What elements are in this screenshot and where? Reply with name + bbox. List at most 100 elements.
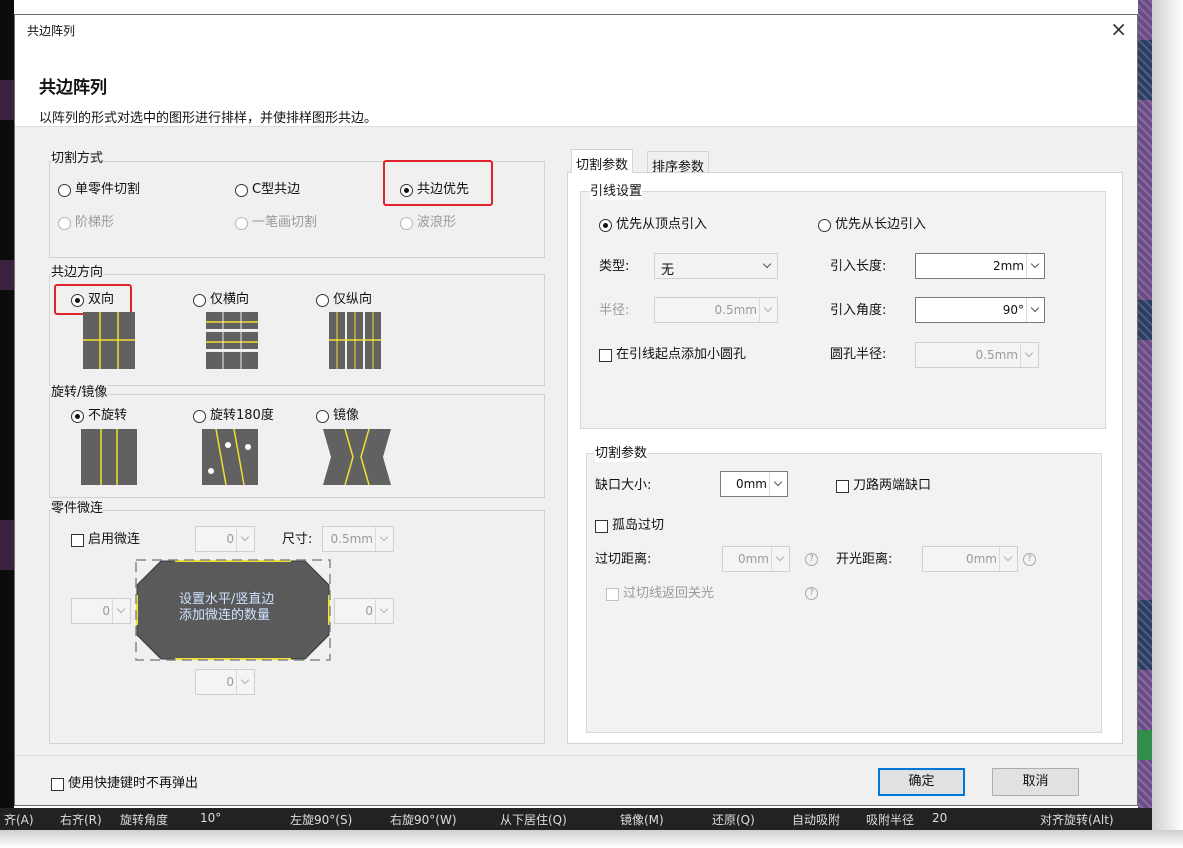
combo-value: 0.5mm [330, 532, 373, 546]
direction-horizontal-only[interactable]: 仅横向 [193, 292, 249, 308]
ok-button[interactable]: 确定 [878, 768, 965, 796]
background-toolbar-item: 10° [200, 811, 222, 825]
rotation-none[interactable]: 不旋转 [71, 408, 127, 424]
background-toolbar-item: 右旋90°(W) [390, 813, 457, 827]
lead-length-combo[interactable]: 2mm [915, 253, 1045, 279]
radio-icon [58, 216, 71, 230]
chevron-down-icon [375, 599, 393, 623]
background-canvas-left [0, 0, 14, 830]
background-toolbar-item: 对齐旋转(Alt) [1040, 813, 1114, 827]
cut-params-label: 切割参数 [595, 446, 648, 462]
radio-icon [599, 218, 612, 232]
overcut-distance-combo: 0mm [722, 546, 790, 572]
vertical-only-grid-icon [329, 312, 381, 369]
option-label: 仅横向 [210, 292, 250, 307]
combo-value: 0.5mm [714, 303, 757, 317]
lead-from-vertex-radio[interactable]: 优先从顶点引入 [599, 217, 707, 233]
radio-icon [316, 293, 329, 307]
option-label: 过切线返回关光 [623, 586, 715, 601]
radio-icon [235, 216, 248, 230]
hole-radius-label: 圆孔半径: [830, 347, 887, 362]
background-toolbar-item: 右齐(R) [60, 813, 102, 827]
cut-mode-single-part[interactable]: 单零件切割 [58, 182, 140, 198]
background-toolbar: 齐(A) 右齐(R) 旋转角度 10° 左旋90°(S) 右旋90°(W) 从下… [0, 808, 1152, 830]
mirror-icon [323, 429, 391, 485]
micro-joint-size-combo: 0.5mm [322, 526, 394, 552]
tab-sort-params[interactable]: 排序参数 [647, 151, 710, 175]
island-overcut-checkbox[interactable]: 孤岛过切 [595, 518, 664, 534]
lead-type-combo[interactable]: 无 [654, 253, 778, 279]
background-toolbar-item: 自动吸附 [792, 813, 841, 827]
add-hole-checkbox[interactable]: 在引线起点添加小圆孔 [599, 347, 746, 363]
tab-cut-params[interactable]: 切割参数 [571, 149, 634, 173]
option-label: 启用微连 [88, 532, 141, 547]
window-shadow [1152, 0, 1183, 848]
window-title: 共边阵列 [27, 24, 76, 38]
radio-icon [193, 409, 206, 423]
cancel-button[interactable]: 取消 [992, 768, 1079, 796]
screenshot-stage: 齐(A) 右齐(R) 旋转角度 10° 左旋90°(S) 右旋90°(W) 从下… [0, 0, 1183, 848]
chevron-down-icon [236, 527, 254, 551]
help-icon[interactable]: ? [1023, 553, 1036, 566]
combo-value: 0 [102, 604, 110, 618]
combo-value: 0 [226, 532, 234, 546]
bidirectional-grid-icon [83, 312, 135, 369]
dialog-header: 共边阵列 以阵列的形式对选中的图形进行排样，并使排样图形共边。 [15, 43, 1137, 127]
background-toolbar-item: 从下居住(Q) [500, 813, 567, 827]
lead-from-long-edge-radio[interactable]: 优先从长边引入 [818, 217, 926, 233]
cut-mode-label: 切割方式 [51, 151, 104, 167]
option-label: 优先从顶点引入 [616, 217, 708, 232]
radius-label: 半径: [599, 303, 630, 318]
background-toolbar-item: 旋转角度 [120, 813, 169, 827]
background-canvas-right [1138, 0, 1152, 830]
close-icon[interactable]: × [1110, 17, 1127, 41]
size-label: 尺寸: [282, 532, 313, 547]
micro-joint-count-combo: 0 [195, 526, 255, 552]
open-light-distance-label: 开光距离: [836, 552, 893, 567]
option-label: 单零件切割 [75, 182, 141, 197]
enable-micro-joint-checkbox[interactable]: 启用微连 [71, 532, 140, 548]
checkbox-icon [606, 587, 619, 601]
overcut-return-checkbox: 过切线返回关光 [606, 586, 714, 602]
background-toolbar-item: 20 [932, 811, 948, 825]
option-label: 旋转180度 [210, 408, 274, 423]
help-icon[interactable]: ? [805, 587, 818, 600]
option-label: 使用快捷键时不再弹出 [68, 776, 199, 791]
option-label: C型共边 [252, 182, 301, 197]
page-description: 以阵列的形式对选中的图形进行排样，并使排样图形共边。 [39, 111, 378, 126]
overcut-distance-label: 过切距离: [595, 552, 652, 567]
lead-angle-combo[interactable]: 90° [915, 297, 1045, 323]
radio-icon [58, 183, 71, 197]
rotation-180[interactable]: 旋转180度 [193, 408, 274, 424]
combo-value: 0 [226, 675, 234, 689]
combo-value: 0mm [737, 552, 769, 566]
chevron-down-icon [999, 547, 1017, 571]
option-label: 在引线起点添加小圆孔 [616, 347, 747, 362]
no-popup-checkbox[interactable]: 使用快捷键时不再弹出 [51, 776, 198, 792]
micro-joint-hint-line1: 设置水平/竖直边 [179, 592, 275, 607]
gap-size-label: 缺口大小: [595, 478, 652, 493]
checkbox-icon [51, 777, 64, 791]
combo-value: 2mm [992, 259, 1024, 273]
help-icon[interactable]: ? [805, 553, 818, 566]
radio-icon [193, 293, 206, 307]
rotate-180-icon [202, 429, 258, 485]
background-green-tab [1138, 730, 1152, 760]
lead-angle-label: 引入角度: [830, 303, 887, 318]
cut-mode-c-common-edge[interactable]: C型共边 [235, 182, 300, 198]
both-ends-gap-checkbox[interactable]: 刀路两端缺口 [836, 478, 931, 494]
option-label: 波浪形 [417, 215, 457, 230]
gap-size-combo[interactable]: 0mm [720, 471, 788, 497]
no-rotation-icon [81, 429, 137, 485]
direction-vertical-only[interactable]: 仅纵向 [316, 292, 372, 308]
lead-type-label: 类型: [599, 259, 630, 274]
rotation-mirror[interactable]: 镜像 [316, 408, 359, 424]
background-toolbar-item: 还原(Q) [712, 813, 755, 827]
page-title: 共边阵列 [39, 78, 107, 98]
cut-params-panel: 引线设置 优先从顶点引入 优先从长边引入 类型: 无 引入长度: 2mm 半径:… [567, 172, 1123, 744]
direction-label: 共边方向 [51, 265, 104, 281]
checkbox-icon [595, 519, 608, 533]
radio-icon [400, 216, 413, 230]
background-toolbar-item: 齐(A) [4, 813, 34, 827]
array-dialog: 共边阵列 × 共边阵列 以阵列的形式对选中的图形进行排样，并使排样图形共边。 切… [14, 14, 1138, 806]
